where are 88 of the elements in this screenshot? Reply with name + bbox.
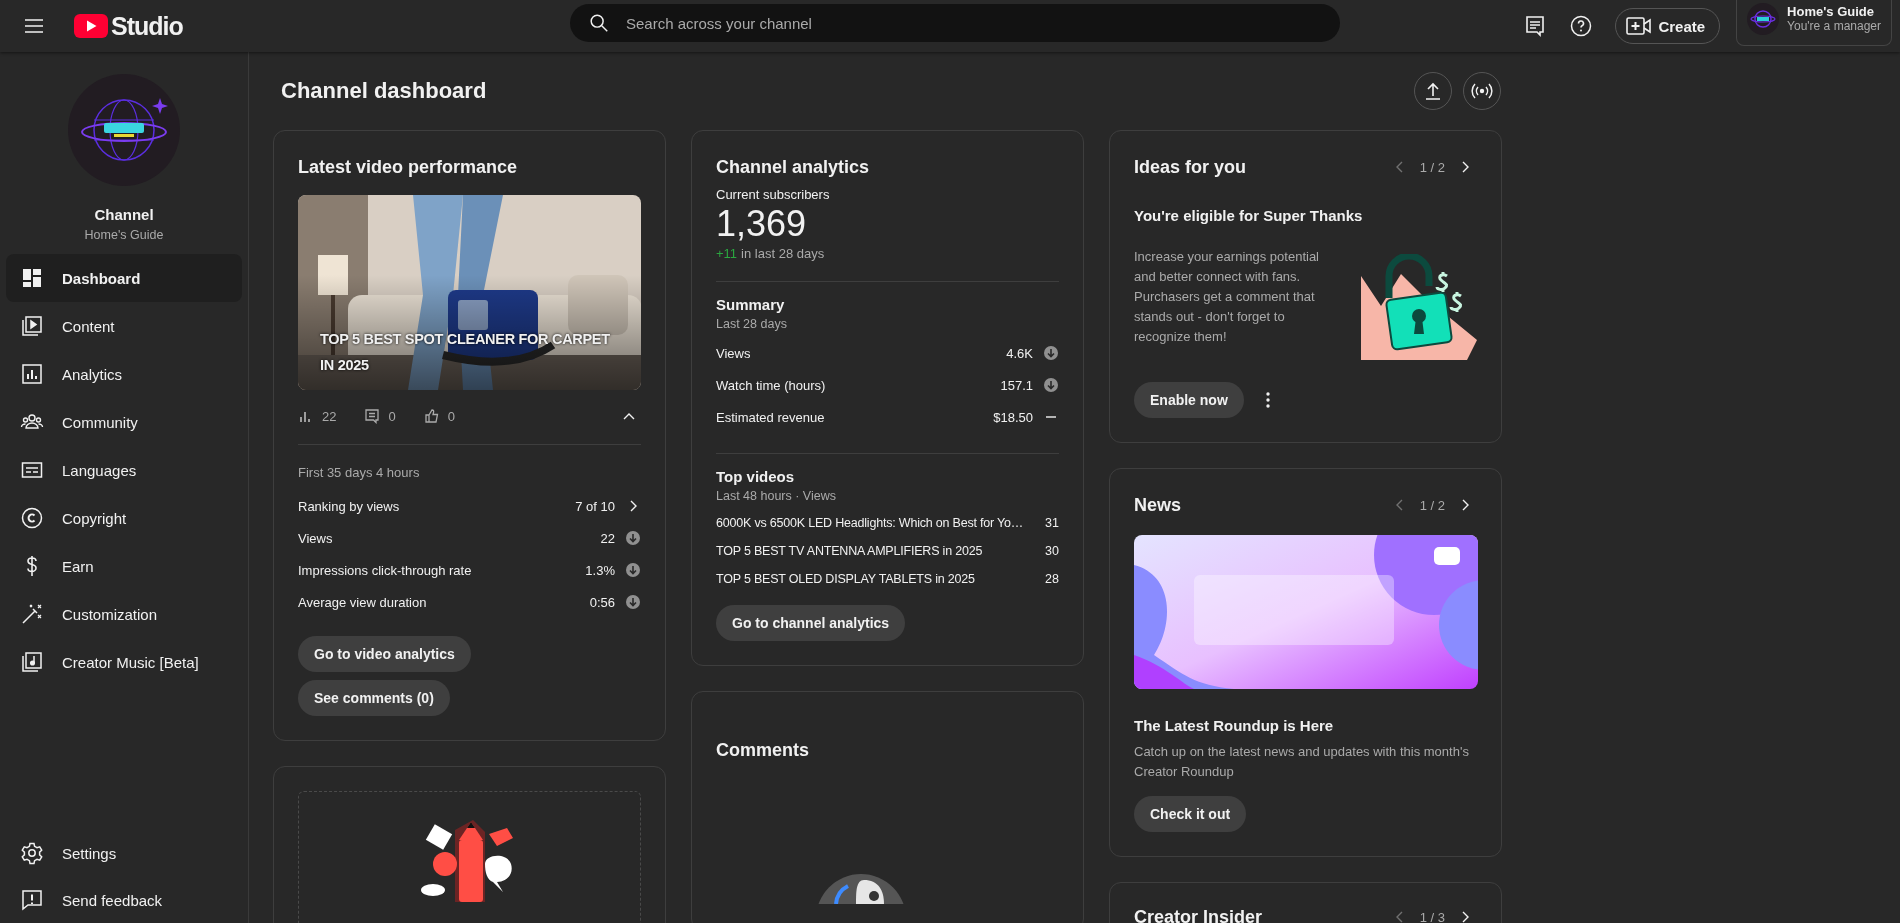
metric-value: 7 of 10 xyxy=(575,498,615,514)
sidebar-item[interactable]: Content xyxy=(6,302,242,350)
news-heading: The Latest Roundup is Here xyxy=(1134,717,1335,734)
account-role: You're a manager xyxy=(1787,19,1881,33)
account-switcher[interactable]: Home's Guide You're a manager xyxy=(1736,0,1892,46)
video-views: 31 xyxy=(1045,516,1059,530)
metric-label: Impressions click-through rate xyxy=(298,562,472,578)
section-title: Summary xyxy=(716,296,786,313)
metric-label: Views xyxy=(298,530,333,546)
metric-label: Views xyxy=(716,345,751,361)
page-indicator: 1 / 2 xyxy=(1419,497,1445,513)
video-link[interactable]: TOP 5 BEST TV ANTENNA AMPLIFIERS in 2025 xyxy=(716,544,983,558)
copyright-icon xyxy=(20,506,44,530)
period-label: Last 28 days xyxy=(716,317,788,331)
card-title: Ideas for you xyxy=(1134,156,1247,179)
channel-name: Home's Guide xyxy=(84,228,164,242)
news-description: Catch up on the latest news and updates with this month's Creator Roundup xyxy=(1134,743,1470,781)
video-link[interactable]: TOP 5 BEST OLED DISPLAY TABLETS in 2025 xyxy=(716,572,975,586)
trend-down-icon xyxy=(1043,377,1059,393)
video-views: 30 xyxy=(1045,544,1059,558)
subscriber-change: +11 xyxy=(716,246,738,261)
trend-down-icon xyxy=(625,594,641,610)
idea-heading: You're eligible for Super Thanks xyxy=(1134,207,1364,224)
sidebar-item[interactable]: Creator Music [Beta] xyxy=(6,638,242,686)
sidebar-item[interactable]: Customization xyxy=(6,590,242,638)
metric-label: Estimated revenue xyxy=(716,409,825,425)
channel-label: Channel xyxy=(94,206,154,223)
card-title: Creator Insider xyxy=(1134,906,1263,923)
sidebar-item[interactable]: Settings xyxy=(6,829,242,877)
stat-value: 22 xyxy=(322,408,337,424)
subscriber-count: 1,369 xyxy=(716,202,808,246)
idea-description: Increase your earnings potential and better connect with fans. Purchasers get a comment that stands out - don't forget to recognize them! xyxy=(1134,248,1320,346)
metric-label: Average view duration xyxy=(298,594,427,610)
music-icon xyxy=(20,650,44,674)
sidebar-item[interactable]: Dashboard xyxy=(6,254,242,302)
page-indicator: 1 / 3 xyxy=(1419,909,1445,923)
metric-label: Ranking by views xyxy=(298,498,400,514)
studio-logo-text: Studio xyxy=(111,11,183,41)
action-button[interactable]: Enable now xyxy=(1134,382,1244,418)
thumbs-up-icon xyxy=(423,408,440,424)
metric-value: 4.6K xyxy=(1006,345,1033,361)
card-title: Comments xyxy=(716,739,810,762)
search-icon xyxy=(588,12,610,34)
play-logo-icon xyxy=(74,14,108,38)
feedback-icon xyxy=(20,888,44,912)
metric-value: 22 xyxy=(600,530,615,546)
create-button[interactable]: Create xyxy=(1615,8,1721,44)
sidebar-item[interactable]: Copyright xyxy=(6,494,242,542)
period-label: First 35 days 4 hours xyxy=(298,465,421,480)
metric-label: Watch time (hours) xyxy=(716,377,826,393)
action-button[interactable]: Go to video analytics xyxy=(298,636,471,672)
change-period: in last 28 days xyxy=(741,246,825,261)
metric-value: 0:56 xyxy=(589,594,615,610)
card-title: Latest video performance xyxy=(298,156,519,179)
sidebar-item[interactable]: Community xyxy=(6,398,242,446)
stat-value: 0 xyxy=(447,408,455,424)
comment-icon xyxy=(364,408,381,424)
action-button[interactable]: Go to channel analytics xyxy=(716,605,906,641)
subscribers-label: Current subscribers xyxy=(716,187,831,202)
account-name: Home's Guide xyxy=(1787,4,1875,19)
metric-value: 157.1 xyxy=(1000,377,1033,393)
section-title: Top videos xyxy=(716,468,796,485)
trend-down-icon xyxy=(1043,345,1059,361)
metric-value: 1.3% xyxy=(585,562,615,578)
video-views: 28 xyxy=(1045,572,1059,586)
sidebar-item[interactable]: Languages xyxy=(6,446,242,494)
action-button[interactable]: See comments (0) xyxy=(298,680,450,716)
sidebar-item[interactable]: Analytics xyxy=(6,350,242,398)
card-title: Channel analytics xyxy=(716,156,871,179)
sidebar-item[interactable]: Earn xyxy=(6,542,242,590)
metric-value: $18.50 xyxy=(993,409,1033,425)
card-title: News xyxy=(1134,494,1182,517)
trend-down-icon xyxy=(625,562,641,578)
stat-value: 0 xyxy=(388,408,396,424)
action-button[interactable]: Check it out xyxy=(1134,796,1247,832)
trend-down-icon xyxy=(625,530,641,546)
settings-icon xyxy=(20,841,44,865)
period-label: Last 48 hours · Views xyxy=(716,489,837,503)
content-icon xyxy=(20,314,44,338)
video-add-icon xyxy=(1626,16,1653,36)
customization-icon xyxy=(20,602,44,626)
search-field[interactable]: Search across your channel xyxy=(570,4,1340,42)
page-title: Channel dashboard xyxy=(281,78,487,104)
analytics-icon xyxy=(20,362,44,386)
page-indicator: 1 / 2 xyxy=(1419,159,1445,175)
video-link[interactable]: 6000K vs 6500K LED Headlights: Which on Best for Yo… xyxy=(716,516,1024,530)
dashboard-icon xyxy=(20,266,44,290)
sidebar-item[interactable]: Send feedback xyxy=(6,877,242,923)
